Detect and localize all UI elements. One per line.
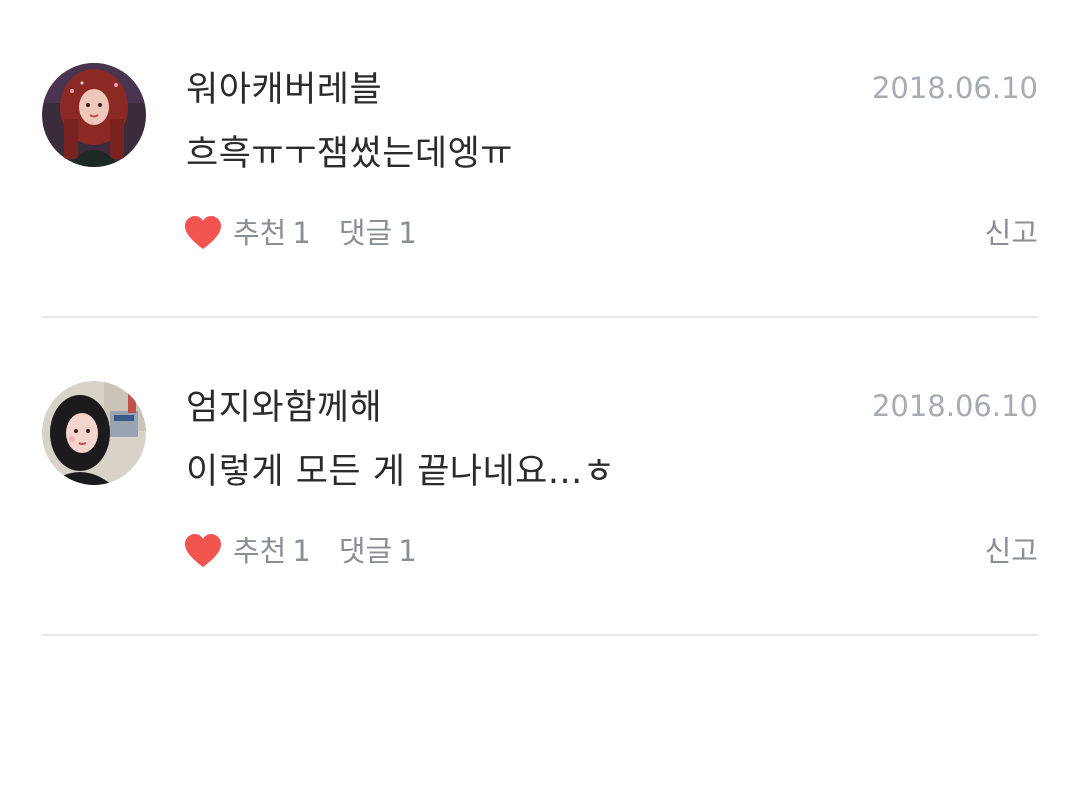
comment-item: 워아캐버레블 2018.06.10 흐흑ㅠㅜ잼썼는데엥ㅠ 추천 1 댓글 1 신…	[42, 0, 1038, 318]
username[interactable]: 엄지와함께해	[186, 384, 382, 432]
comment-date: 2018.06.10	[871, 71, 1038, 105]
comment-text: 흐흑ㅠㅜ잼썼는데엥ㅠ	[186, 134, 514, 174]
reply-label[interactable]: 댓글	[339, 528, 392, 574]
comment-actions: 추천 1 댓글 1	[183, 210, 417, 256]
like-count: 1	[292, 534, 311, 568]
avatar-image	[42, 381, 146, 485]
comment-actions: 추천 1 댓글 1	[183, 528, 417, 574]
reply-count: 1	[398, 534, 417, 568]
avatar[interactable]	[42, 381, 146, 485]
username[interactable]: 워아캐버레블	[186, 66, 382, 114]
like-count: 1	[292, 216, 311, 250]
report-button[interactable]: 신고	[985, 528, 1038, 574]
avatar-image	[42, 63, 146, 167]
reply-label[interactable]: 댓글	[339, 210, 392, 256]
divider	[42, 634, 1038, 636]
comment-text: 이렇게 모든 게 끝나네요...ㅎ	[186, 452, 616, 492]
comment-item: 엄지와함께해 2018.06.10 이렇게 모든 게 끝나네요...ㅎ 추천 1…	[42, 318, 1038, 636]
report-button[interactable]: 신고	[985, 210, 1038, 256]
heart-icon[interactable]	[183, 213, 223, 253]
comment-date: 2018.06.10	[871, 389, 1038, 423]
comment-list: 워아캐버레블 2018.06.10 흐흑ㅠㅜ잼썼는데엥ㅠ 추천 1 댓글 1 신…	[0, 0, 1080, 810]
like-label[interactable]: 추천	[233, 210, 286, 256]
heart-icon[interactable]	[183, 531, 223, 571]
avatar[interactable]	[42, 63, 146, 167]
reply-count: 1	[398, 216, 417, 250]
like-label[interactable]: 추천	[233, 528, 286, 574]
